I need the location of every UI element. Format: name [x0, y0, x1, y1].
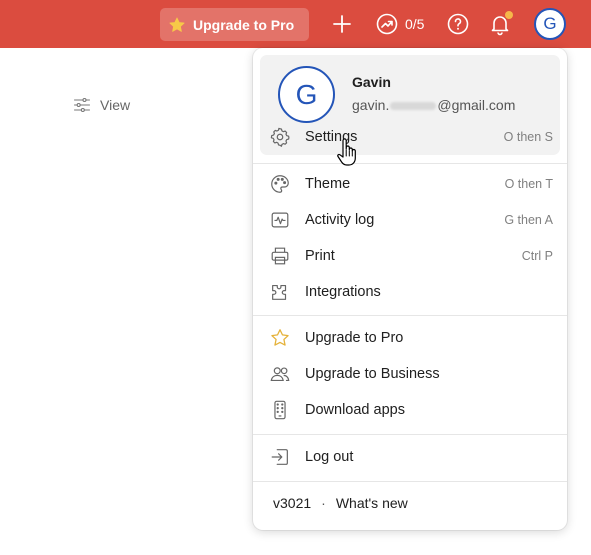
- view-button[interactable]: View: [72, 95, 130, 115]
- printer-icon: [269, 245, 291, 267]
- activity-log-label: Activity log: [305, 212, 375, 228]
- upgrade-label: Upgrade to Pro: [193, 16, 295, 33]
- menu-item-integrations[interactable]: Integrations: [253, 276, 567, 308]
- hand-cursor-icon: [337, 138, 356, 166]
- account-menu: G Gavin gavin. @gmail.com Settings O then…: [253, 48, 567, 530]
- separator: ·: [321, 495, 326, 511]
- top-bar: Upgrade to Pro 0/5 G: [0, 0, 591, 48]
- menu-item-upgrade-pro[interactable]: Upgrade to Pro: [253, 322, 567, 354]
- menu-item-activity-log[interactable]: Activity log G then A: [253, 204, 567, 236]
- logout-icon: [269, 446, 291, 468]
- sliders-icon: [73, 97, 91, 113]
- users-icon: [269, 363, 291, 385]
- avatar[interactable]: G: [534, 8, 566, 40]
- notification-dot: [505, 11, 513, 19]
- upgrade-business-label: Upgrade to Business: [305, 366, 440, 382]
- phone-icon: [269, 399, 291, 421]
- divider: [253, 481, 567, 482]
- theme-label: Theme: [305, 176, 351, 192]
- menu-item-theme[interactable]: Theme O then T: [253, 168, 567, 200]
- user-email: gavin. @gmail.com: [352, 97, 515, 113]
- menu-footer: v3021 · What's new: [273, 495, 408, 511]
- print-label: Print: [305, 248, 335, 264]
- divider: [253, 163, 567, 164]
- activity-log-shortcut: G then A: [504, 213, 553, 227]
- profile-avatar[interactable]: G: [278, 66, 335, 123]
- user-name: Gavin: [352, 74, 391, 90]
- menu-item-download-apps[interactable]: Download apps: [253, 394, 567, 426]
- upgrade-to-pro-button[interactable]: Upgrade to Pro: [160, 8, 309, 41]
- star-icon: [169, 17, 185, 32]
- menu-item-upgrade-business[interactable]: Upgrade to Business: [253, 358, 567, 390]
- gear-icon: [269, 126, 291, 148]
- divider: [253, 315, 567, 316]
- email-redaction: [390, 102, 437, 111]
- activity-icon: [269, 209, 291, 231]
- menu-item-log-out[interactable]: Log out: [253, 441, 567, 473]
- print-shortcut: Ctrl P: [521, 249, 553, 263]
- menu-item-settings[interactable]: Settings O then S: [253, 121, 567, 153]
- divider: [253, 434, 567, 435]
- email-end: @gmail.com: [437, 97, 516, 113]
- karma-count: 0/5: [405, 16, 425, 32]
- whats-new-link[interactable]: What's new: [336, 495, 408, 511]
- productivity-button[interactable]: 0/5: [375, 12, 424, 36]
- add-task-icon[interactable]: [330, 12, 354, 36]
- upgrade-pro-label: Upgrade to Pro: [305, 330, 404, 346]
- settings-shortcut: O then S: [503, 130, 553, 144]
- productivity-icon: [376, 13, 398, 35]
- download-apps-label: Download apps: [305, 402, 405, 418]
- star-icon: [269, 327, 291, 349]
- theme-shortcut: O then T: [504, 177, 553, 191]
- email-start: gavin.: [352, 97, 390, 113]
- palette-icon: [269, 173, 291, 195]
- view-label: View: [100, 97, 131, 113]
- help-icon[interactable]: [446, 12, 470, 36]
- log-out-label: Log out: [305, 449, 354, 465]
- version-label: v3021: [273, 495, 312, 511]
- menu-item-print[interactable]: Print Ctrl P: [253, 240, 567, 272]
- puzzle-icon: [269, 281, 291, 303]
- integrations-label: Integrations: [305, 284, 381, 300]
